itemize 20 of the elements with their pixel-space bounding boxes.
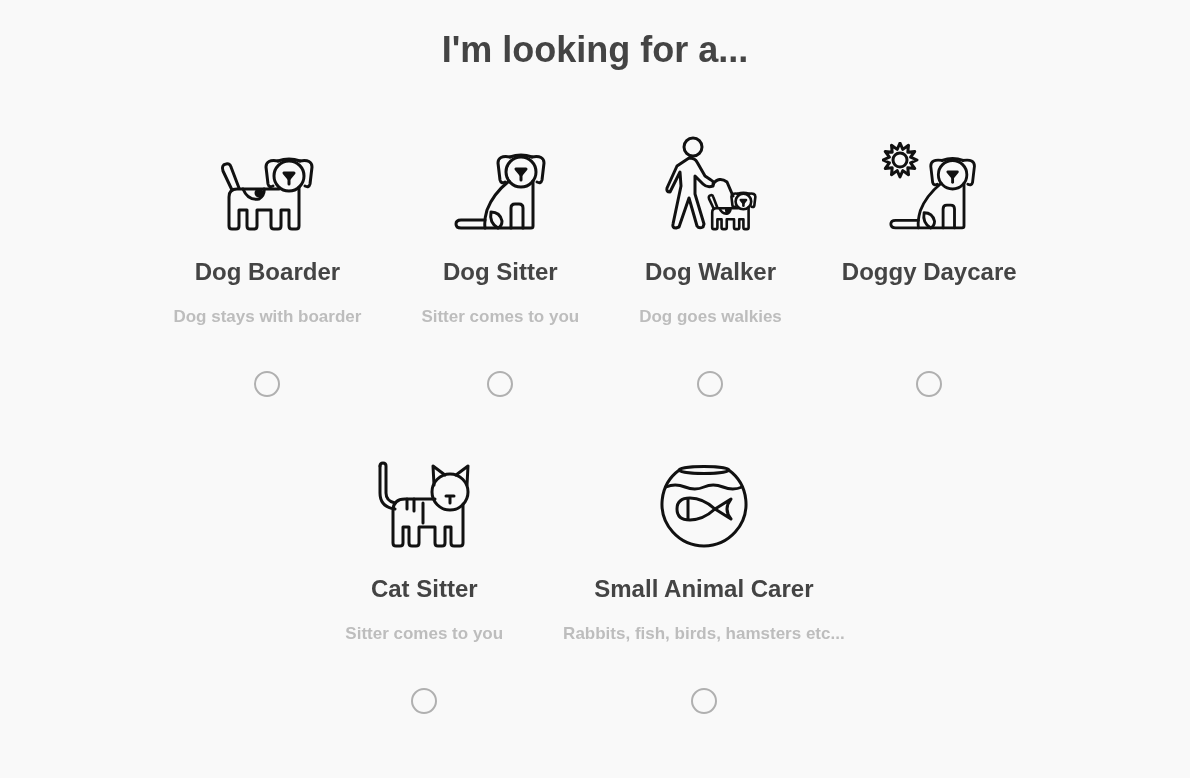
radio-button[interactable] <box>916 371 943 397</box>
radio-button[interactable] <box>697 371 724 397</box>
cat-icon <box>377 461 472 549</box>
option-description: Rabbits, fish, birds, hamsters etc... <box>563 623 845 645</box>
option-description: Sitter comes to you <box>345 623 504 645</box>
radio-button[interactable] <box>690 688 717 714</box>
option-title: Cat Sitter <box>370 574 478 604</box>
option-title: Dog Sitter <box>442 257 558 287</box>
radio-button[interactable] <box>487 371 514 397</box>
option-description: Dog goes walkies <box>639 306 782 328</box>
sun-and-dog-icon <box>882 142 977 232</box>
radio-button[interactable] <box>254 371 281 397</box>
page-heading: I'm looking for a... <box>441 28 749 72</box>
option-title: Small Animal Carer <box>594 574 814 604</box>
option-title: Doggy Daycare <box>841 257 1017 287</box>
option-description: Dog stays with boarder <box>173 306 362 328</box>
option-title: Dog Walker <box>644 257 777 287</box>
option-description: Sitter comes to you <box>421 306 580 328</box>
radio-button[interactable] <box>411 688 438 714</box>
option-title: Dog Boarder <box>194 257 341 287</box>
